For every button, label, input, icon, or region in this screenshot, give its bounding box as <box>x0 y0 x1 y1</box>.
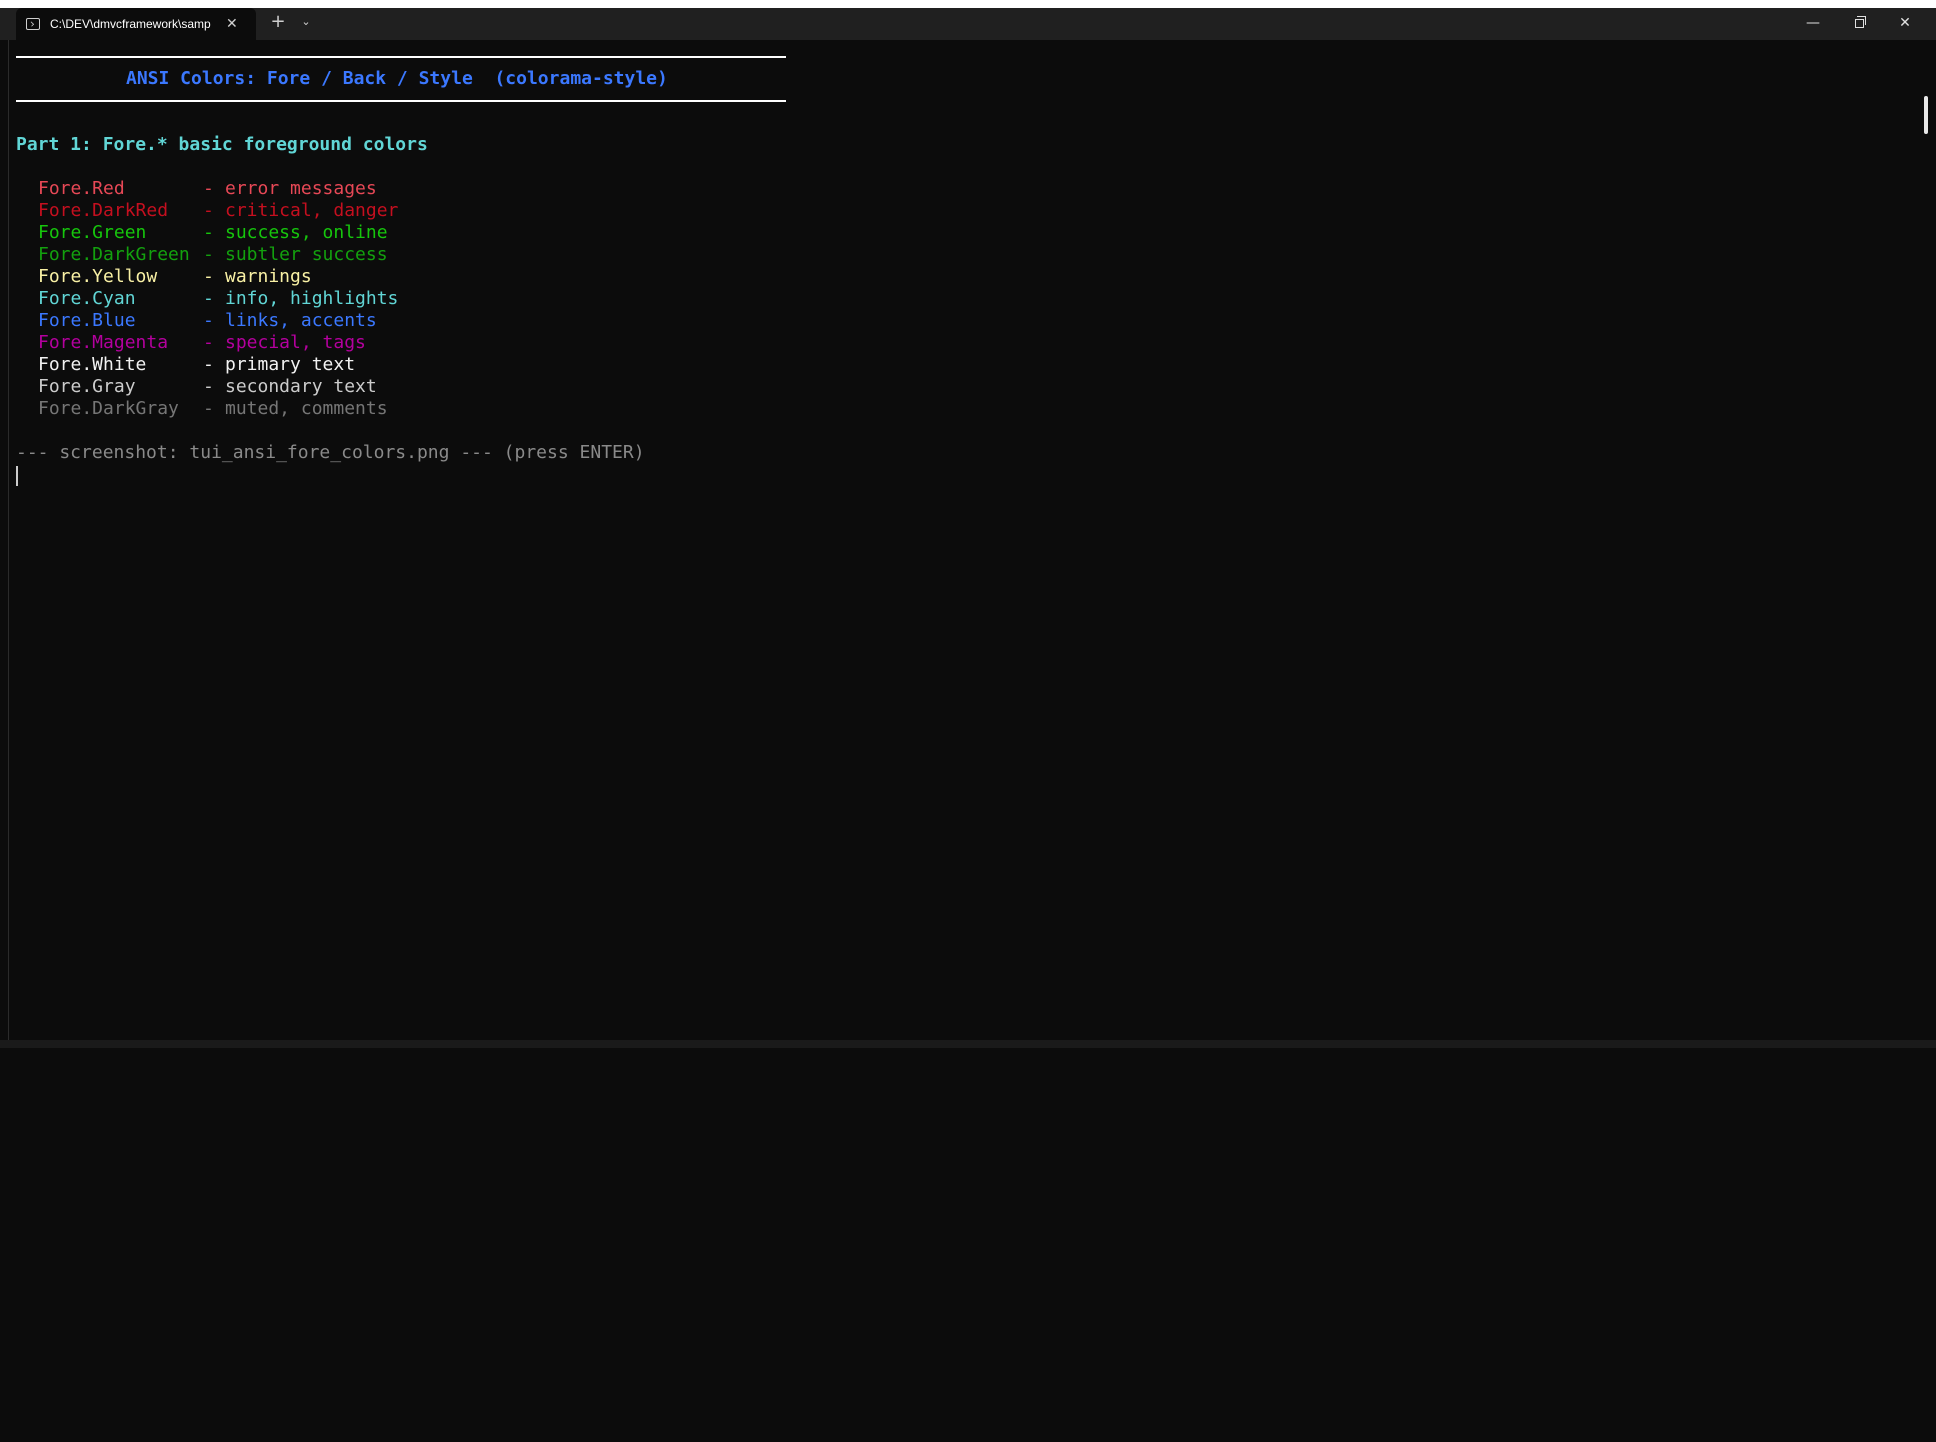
bottom-edge <box>0 1040 1936 1048</box>
title-bar: C:\DEV\dmvcframework\samp ✕ + ⌄ — ✕ <box>0 0 1936 40</box>
screenshot-prompt: --- screenshot: tui_ansi_fore_colors.png… <box>16 442 645 463</box>
color-separator: - <box>203 310 214 331</box>
color-separator: - <box>203 200 214 221</box>
color-row: Fore.DarkRed - critical, danger <box>38 200 1928 222</box>
color-name: Fore.Magenta <box>38 332 169 353</box>
color-separator: - <box>203 376 214 397</box>
banner-bottom-rule <box>16 100 786 102</box>
color-separator: - <box>203 398 214 419</box>
color-row: Fore.DarkGray - muted, comments <box>38 398 1928 420</box>
color-separator: - <box>203 332 214 353</box>
color-row: Fore.Blue - links, accents <box>38 310 1928 332</box>
color-row: Fore.Green - success, online <box>38 222 1928 244</box>
color-description: info, highlights <box>225 288 399 309</box>
color-separator: - <box>203 288 214 309</box>
terminal-icon <box>26 18 40 30</box>
color-separator: - <box>203 354 214 375</box>
color-description: critical, danger <box>225 200 399 221</box>
color-separator: - <box>203 244 214 265</box>
color-name: Fore.Red <box>38 178 125 199</box>
color-name: Fore.White <box>38 354 147 375</box>
color-row: Fore.Gray - secondary text <box>38 376 1928 398</box>
color-name: Fore.Blue <box>38 310 136 331</box>
color-description: error messages <box>225 178 377 199</box>
color-row: Fore.Yellow - warnings <box>38 266 1928 288</box>
close-window-button[interactable]: ✕ <box>1882 8 1928 40</box>
tab-dropdown-chevron-down-icon[interactable]: ⌄ <box>298 14 314 30</box>
color-name: Fore.Gray <box>38 376 136 397</box>
color-separator: - <box>203 266 214 287</box>
color-name: Fore.DarkRed <box>38 200 169 221</box>
color-name: Fore.DarkGray <box>38 398 179 419</box>
color-description: subtler success <box>225 244 388 265</box>
color-row: Fore.Magenta - special, tags <box>38 332 1928 354</box>
banner-top-rule <box>16 56 786 58</box>
color-row: Fore.White - primary text <box>38 354 1928 376</box>
color-description: muted, comments <box>225 398 388 419</box>
color-separator: - <box>203 222 214 243</box>
color-description: secondary text <box>225 376 377 397</box>
color-row: Fore.Red - error messages <box>38 178 1928 200</box>
restore-button[interactable] <box>1836 8 1882 40</box>
color-description: special, tags <box>225 332 366 353</box>
restore-icon <box>1854 15 1866 28</box>
tab-close-icon[interactable]: ✕ <box>226 16 238 32</box>
text-cursor[interactable] <box>16 466 18 486</box>
color-description: warnings <box>225 266 312 287</box>
scrollbar-thumb[interactable] <box>1924 96 1928 134</box>
color-row: Fore.DarkGreen - subtler success <box>38 244 1928 266</box>
minimize-button[interactable]: — <box>1790 8 1836 40</box>
color-name: Fore.DarkGreen <box>38 244 190 265</box>
color-separator: - <box>203 178 214 199</box>
color-name: Fore.Yellow <box>38 266 158 287</box>
tab-title: C:\DEV\dmvcframework\samp <box>50 17 211 31</box>
color-row: Fore.Cyan - info, highlights <box>38 288 1928 310</box>
new-tab-button[interactable]: + <box>268 12 288 32</box>
color-name: Fore.Cyan <box>38 288 136 309</box>
tab-terminal[interactable]: C:\DEV\dmvcframework\samp ✕ <box>16 8 256 40</box>
color-description: links, accents <box>225 310 377 331</box>
color-description: success, online <box>225 222 388 243</box>
terminal-window: C:\DEV\dmvcframework\samp ✕ + ⌄ — ✕ ANSI… <box>0 0 1936 1048</box>
window-left-border <box>8 40 9 1040</box>
color-name: Fore.Green <box>38 222 147 243</box>
color-description: primary text <box>225 354 356 375</box>
